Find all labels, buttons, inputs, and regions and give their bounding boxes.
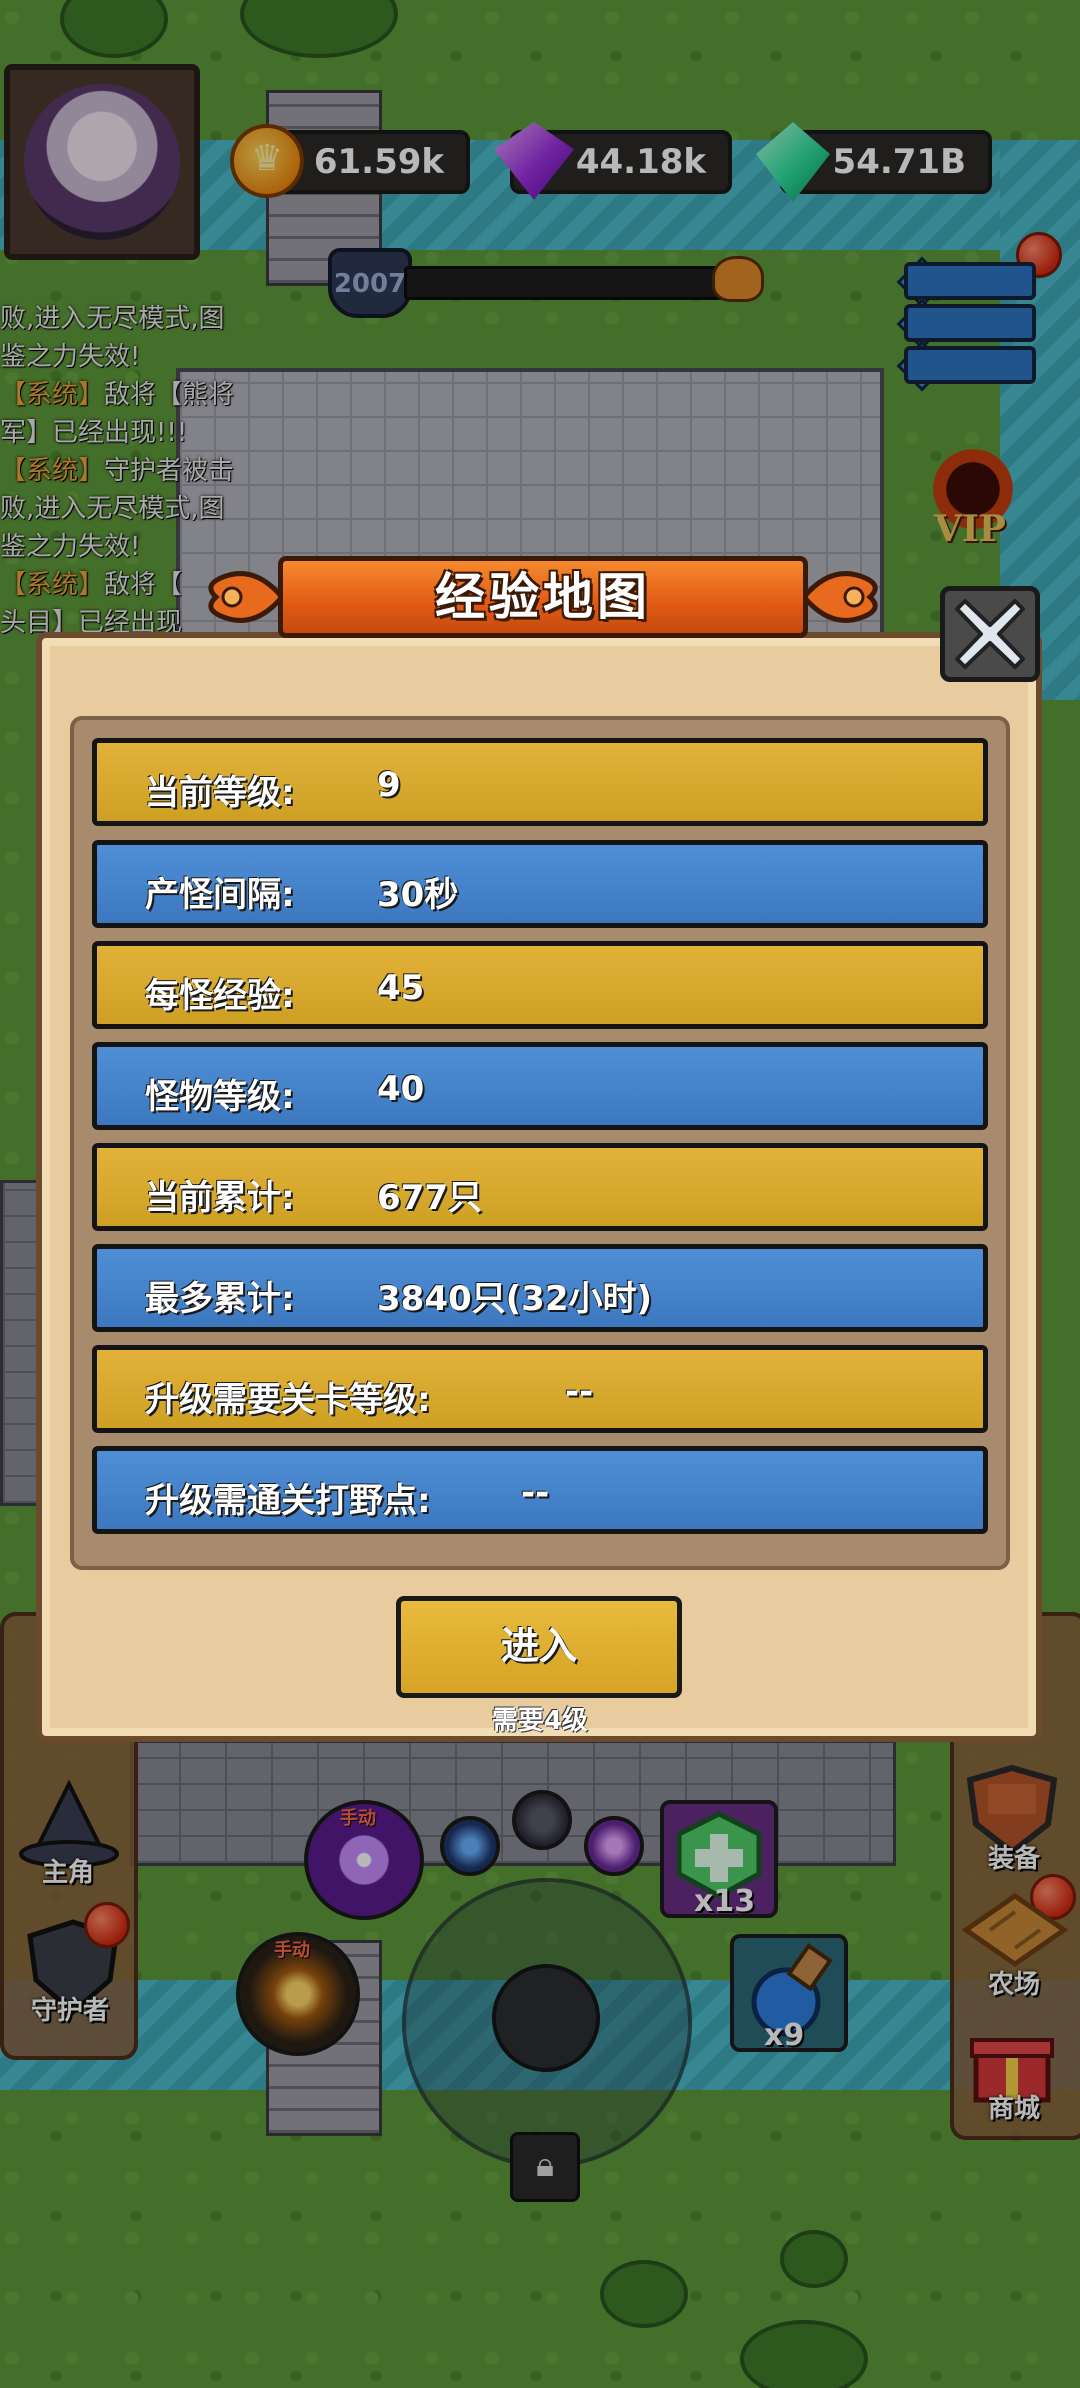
row-value: 3840只(32小时) — [377, 1279, 653, 1319]
row-monster-level: 怪物等级: 40 — [92, 1042, 988, 1130]
level-requirement: 需要4级 — [491, 1706, 589, 1736]
row-label: 每怪经验: — [145, 976, 295, 1016]
row-value: -- — [565, 1372, 594, 1412]
title-ornament-left — [208, 571, 286, 623]
row-label: 升级需通关打野点: — [145, 1481, 431, 1521]
row-label: 产怪间隔: — [145, 875, 295, 915]
row-value: 677只 — [377, 1178, 482, 1218]
close-button[interactable] — [940, 586, 1040, 682]
row-value: 9 — [377, 765, 401, 805]
row-value: 30秒 — [377, 875, 459, 915]
row-current-level: 当前等级: 9 — [92, 738, 988, 826]
row-label: 升级需要关卡等级: — [145, 1380, 431, 1420]
row-current-accumulated: 当前累计: 677只 — [92, 1143, 988, 1231]
enter-button[interactable]: 进入 — [396, 1596, 682, 1698]
row-label: 最多累计: — [145, 1279, 295, 1319]
row-value: 45 — [377, 968, 425, 1008]
close-icon — [955, 599, 1025, 669]
row-upgrade-field-point: 升级需通关打野点: -- — [92, 1446, 988, 1534]
dialog-title: 经验地图 — [278, 556, 808, 638]
row-max-accumulated: 最多累计: 3840只(32小时) — [92, 1244, 988, 1332]
row-exp-per-monster: 每怪经验: 45 — [92, 941, 988, 1029]
row-label: 当前等级: — [145, 773, 295, 813]
row-value: -- — [521, 1473, 550, 1513]
row-value: 40 — [377, 1069, 425, 1109]
row-spawn-interval: 产怪间隔: 30秒 — [92, 840, 988, 928]
row-upgrade-stage-level: 升级需要关卡等级: -- — [92, 1345, 988, 1433]
title-ornament-right — [800, 571, 878, 623]
row-label: 当前累计: — [145, 1178, 295, 1218]
row-label: 怪物等级: — [145, 1077, 295, 1117]
